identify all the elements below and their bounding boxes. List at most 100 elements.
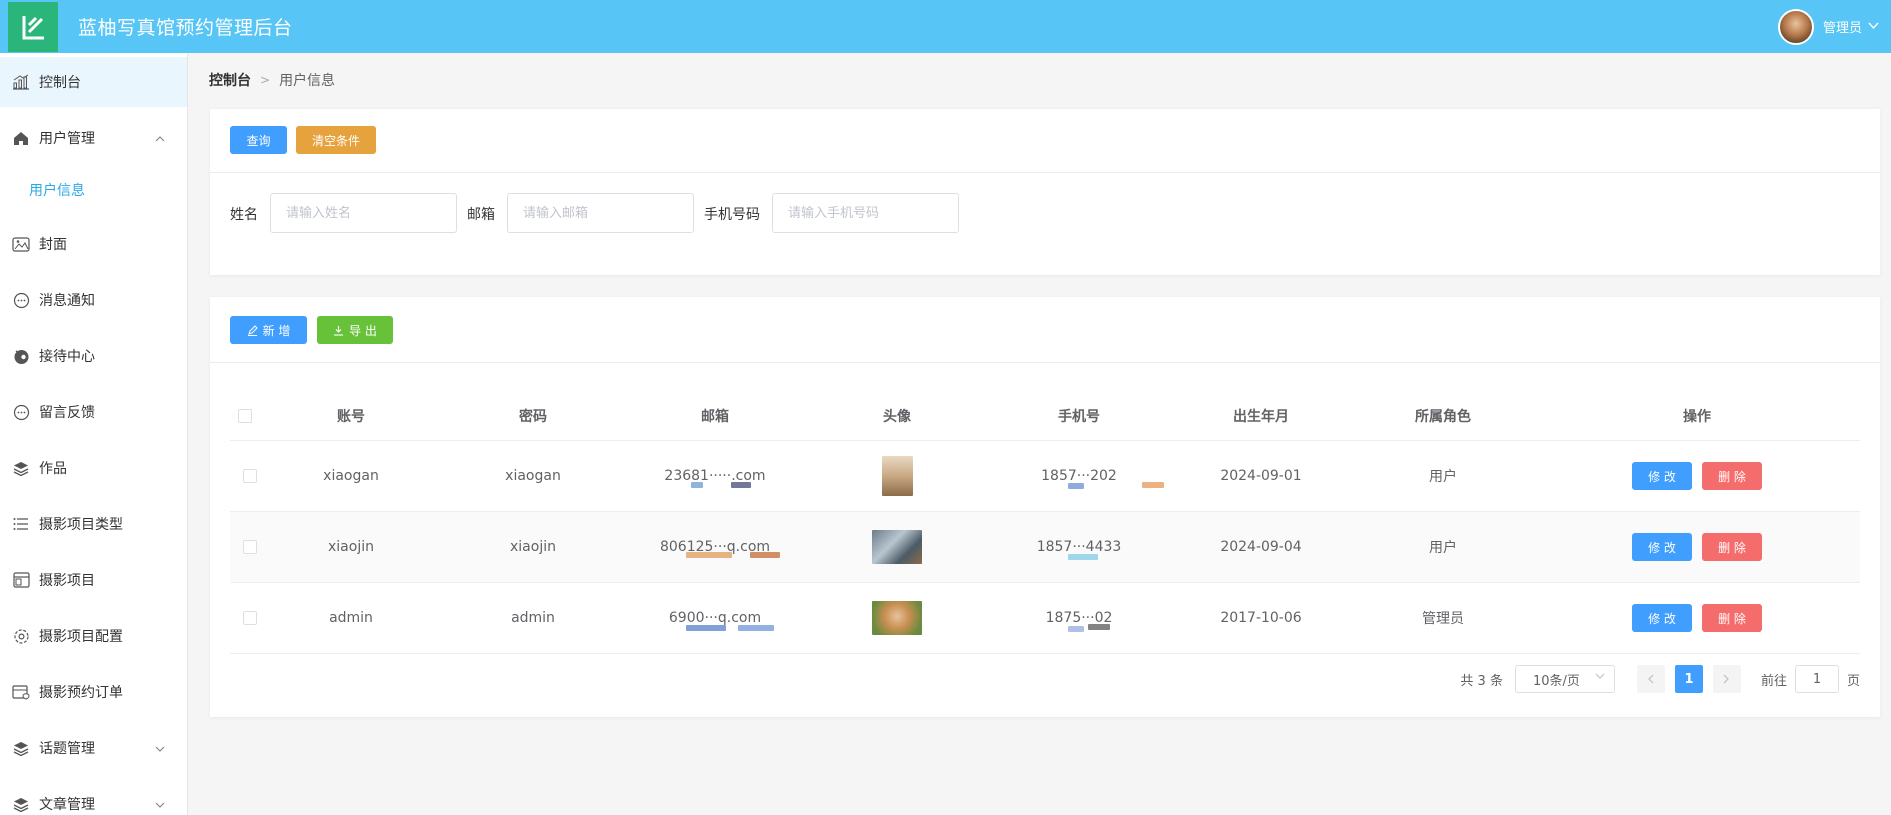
prev-page-button[interactable] bbox=[1636, 665, 1665, 693]
edit-icon bbox=[247, 324, 258, 336]
layers-icon bbox=[12, 739, 30, 757]
edit-button[interactable]: 修 改 bbox=[1632, 533, 1692, 561]
cell-email: 6900···q.com bbox=[668, 610, 762, 626]
column-header[interactable]: 所属角色 bbox=[1352, 391, 1534, 440]
row-checkbox[interactable] bbox=[243, 611, 257, 625]
sidebar: 控制台 用户管理 用户信息 封面 消息通知 接待中心 留言反馈 作品 摄影项目类… bbox=[0, 53, 188, 815]
cell-phone: 1857···4433 bbox=[1036, 539, 1122, 555]
table-row[interactable]: admin admin 6900···q.com 1875···02 2017-… bbox=[230, 583, 1860, 654]
avatar-thumbnail[interactable] bbox=[872, 530, 922, 564]
table-panel: 新 增 导 出 账号 密码 邮箱 头像 手机号 出生年月 所属角色 操作 xia… bbox=[210, 297, 1880, 717]
logo-icon bbox=[22, 15, 44, 39]
cell-role: 管理员 bbox=[1422, 611, 1464, 627]
edit-button[interactable]: 修 改 bbox=[1632, 462, 1692, 490]
clear-conditions-button[interactable]: 清空条件 bbox=[296, 126, 376, 154]
download-icon bbox=[333, 325, 344, 336]
cell-password: admin bbox=[511, 610, 555, 626]
breadcrumb-root[interactable]: 控制台 bbox=[209, 70, 251, 90]
redaction-mark bbox=[738, 625, 774, 631]
cell-email: 23681·····.com bbox=[664, 468, 766, 484]
cell-password: xiaogan bbox=[505, 468, 561, 484]
avatar-thumbnail[interactable] bbox=[872, 601, 922, 635]
chat-bubble-icon bbox=[12, 291, 30, 309]
delete-button[interactable]: 删 除 bbox=[1702, 462, 1762, 490]
column-header[interactable]: 操作 bbox=[1534, 391, 1860, 440]
sidebar-item-feedback[interactable]: 留言反馈 bbox=[0, 387, 187, 437]
cell-birth: 2017-10-06 bbox=[1220, 610, 1302, 626]
column-header[interactable]: 账号 bbox=[260, 391, 442, 440]
sidebar-item-reception[interactable]: 接待中心 bbox=[0, 331, 187, 381]
sidebar-item-project-config[interactable]: 摄影项目配置 bbox=[0, 611, 187, 661]
column-header[interactable]: 出生年月 bbox=[1170, 391, 1352, 440]
sidebar-item-orders[interactable]: 摄影预约订单 bbox=[0, 667, 187, 717]
sidebar-item-works[interactable]: 作品 bbox=[0, 443, 187, 493]
sidebar-item-dashboard[interactable]: 控制台 bbox=[0, 57, 187, 107]
layers-icon bbox=[12, 459, 30, 477]
add-button[interactable]: 新 增 bbox=[230, 316, 307, 344]
order-icon bbox=[12, 683, 30, 701]
edit-button[interactable]: 修 改 bbox=[1632, 604, 1692, 632]
chevron-down-icon[interactable] bbox=[1868, 20, 1879, 33]
goto-page-input[interactable] bbox=[1794, 665, 1839, 693]
chevron-up-icon bbox=[155, 131, 165, 147]
cell-phone: 1875···02 bbox=[1045, 610, 1113, 626]
select-all-checkbox[interactable] bbox=[238, 408, 252, 423]
sidebar-item-user-info[interactable]: 用户信息 bbox=[0, 165, 187, 215]
top-header: 蓝柚写真馆预约管理后台 管理员 bbox=[0, 0, 1891, 53]
avatar-thumbnail[interactable] bbox=[881, 456, 913, 496]
user-avatar[interactable] bbox=[1777, 8, 1814, 45]
user-name[interactable]: 管理员 bbox=[1823, 17, 1862, 36]
page-number[interactable]: 1 bbox=[1674, 665, 1703, 693]
table-row[interactable]: xiaogan xiaogan 23681·····.com 1857···20… bbox=[230, 441, 1860, 512]
column-header[interactable]: 密码 bbox=[442, 391, 624, 440]
chevron-down-icon bbox=[155, 797, 165, 813]
gear-icon bbox=[12, 627, 30, 645]
redaction-mark bbox=[731, 482, 751, 488]
redaction-mark bbox=[1068, 626, 1084, 632]
page-size-select[interactable]: 10条/页 bbox=[1514, 665, 1615, 693]
redaction-mark bbox=[1088, 624, 1110, 630]
chevron-left-icon bbox=[1648, 674, 1654, 684]
chevron-down-icon bbox=[155, 741, 165, 757]
sidebar-item-notifications[interactable]: 消息通知 bbox=[0, 275, 187, 325]
layers-icon bbox=[12, 795, 30, 813]
sidebar-item-user-management[interactable]: 用户管理 bbox=[0, 113, 187, 163]
chevron-down-icon bbox=[1595, 672, 1605, 683]
email-input[interactable] bbox=[507, 193, 694, 233]
redaction-mark bbox=[1142, 482, 1164, 488]
redaction-mark bbox=[1068, 554, 1098, 560]
delete-button[interactable]: 删 除 bbox=[1702, 533, 1762, 561]
goto-label: 前往 bbox=[1760, 673, 1787, 689]
table-header-row: 账号 密码 邮箱 头像 手机号 出生年月 所属角色 操作 bbox=[230, 391, 1860, 441]
row-checkbox[interactable] bbox=[243, 469, 257, 483]
phone-input[interactable] bbox=[772, 193, 959, 233]
redaction-mark bbox=[686, 552, 732, 558]
chat-bubble-icon bbox=[12, 403, 30, 421]
delete-button[interactable]: 删 除 bbox=[1702, 604, 1762, 632]
chevron-right-icon: > bbox=[260, 73, 271, 87]
redaction-mark bbox=[691, 482, 703, 488]
table-row[interactable]: xiaojin xiaojin 806125···q.com 1857···44… bbox=[230, 512, 1860, 583]
breadcrumb: 控制台 > 用户信息 bbox=[209, 70, 335, 90]
divider bbox=[210, 172, 1880, 173]
sidebar-item-projects[interactable]: 摄影项目 bbox=[0, 555, 187, 605]
query-button[interactable]: 查询 bbox=[230, 126, 287, 154]
sidebar-item-topics[interactable]: 话题管理 bbox=[0, 723, 187, 773]
user-menu[interactable]: 管理员 bbox=[1777, 0, 1879, 53]
sidebar-item-articles[interactable]: 文章管理 bbox=[0, 779, 187, 815]
export-button[interactable]: 导 出 bbox=[317, 316, 393, 344]
next-page-button[interactable] bbox=[1712, 665, 1741, 693]
window-icon bbox=[12, 571, 30, 589]
app-logo[interactable] bbox=[8, 1, 58, 52]
row-checkbox[interactable] bbox=[243, 540, 257, 554]
cell-role: 用户 bbox=[1429, 540, 1457, 556]
redaction-mark bbox=[1068, 483, 1084, 489]
sidebar-item-cover[interactable]: 封面 bbox=[0, 219, 187, 269]
column-header[interactable]: 手机号 bbox=[988, 391, 1170, 440]
breadcrumb-current: 用户信息 bbox=[279, 73, 336, 89]
name-input[interactable] bbox=[270, 193, 457, 233]
sidebar-item-project-types[interactable]: 摄影项目类型 bbox=[0, 499, 187, 549]
column-header[interactable]: 头像 bbox=[806, 391, 988, 440]
column-header[interactable]: 邮箱 bbox=[624, 391, 806, 440]
chart-icon bbox=[12, 73, 30, 91]
